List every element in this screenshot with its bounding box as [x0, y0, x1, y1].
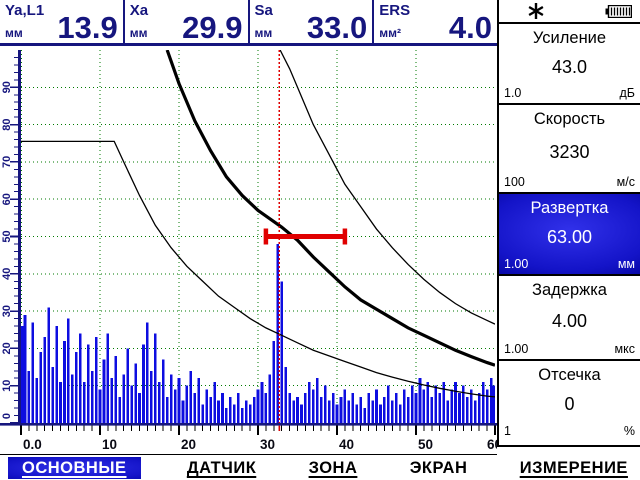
readout-label: Sa: [255, 2, 273, 19]
readout-label: Ya,L1: [5, 2, 44, 19]
readout-value: 29.9: [182, 11, 242, 45]
readout-label: Xa: [130, 2, 148, 19]
param-range[interactable]: Развертка 63.00 1.00 мм: [499, 194, 640, 276]
svg-text:30: 30: [260, 437, 275, 452]
svg-text:50: 50: [418, 437, 433, 452]
dac-main: [167, 50, 495, 365]
menu-tab-osnovnye[interactable]: ОСНОВНЫЕ: [8, 457, 141, 479]
ascan-plot-area: 0 10 20 30 40 50 60 70 80 90: [0, 50, 497, 423]
param-step: 1.00: [504, 342, 528, 356]
menu-tab-zona[interactable]: ЗОНА: [303, 457, 364, 479]
param-step: 1.0: [504, 86, 521, 100]
param-title: Отсечка: [504, 366, 635, 385]
param-step: 100: [504, 175, 525, 189]
dac-plus6db: [280, 50, 495, 324]
readout-sa: Sa мм 33.0: [250, 0, 375, 43]
param-unit: дБ: [620, 86, 636, 100]
readout-ya-l1: Ya,L1 мм 13.9: [0, 0, 125, 43]
svg-text:60: 60: [1, 193, 13, 205]
measurement-bar: Ya,L1 мм 13.9 Xa мм 29.9 Sa мм 33.0 ERS …: [0, 0, 497, 46]
readout-xa: Xa мм 29.9: [125, 0, 250, 43]
param-reject[interactable]: Отсечка 0 1 %: [499, 361, 640, 441]
svg-text:90: 90: [1, 81, 13, 93]
param-step: 1.00: [504, 257, 528, 271]
param-gain[interactable]: Усиление 43.0 1.0 дБ: [499, 24, 640, 105]
param-unit: м/с: [617, 175, 635, 189]
parameter-sidebar: Усиление 43.0 1.0 дБ Скорость 3230 100 м…: [497, 0, 640, 447]
svg-text:0.0: 0.0: [23, 437, 42, 452]
readout-unit: мм: [130, 26, 148, 40]
readout-value: 33.0: [307, 11, 367, 45]
readout-value: 13.9: [57, 11, 117, 45]
param-title: Задержка: [504, 281, 635, 300]
readout-label: ERS: [379, 2, 410, 19]
main-menu: ОСНОВНЫЕ ДАТЧИК ЗОНА ЭКРАН ИЗМЕРЕНИЕ: [0, 456, 640, 480]
param-value: 0: [504, 394, 635, 415]
param-delay[interactable]: Задержка 4.00 1.00 мкс: [499, 276, 640, 361]
svg-text:10: 10: [102, 437, 117, 452]
param-value: 43.0: [504, 57, 635, 78]
param-title: Усиление: [504, 29, 635, 48]
param-title: Скорость: [504, 110, 635, 129]
svg-text:40: 40: [1, 268, 13, 280]
param-unit: мм: [618, 257, 635, 271]
menu-tab-ekran[interactable]: ЭКРАН: [404, 457, 474, 479]
svg-text:20: 20: [1, 342, 13, 354]
readout-ers: ERS мм² 4.0: [374, 0, 497, 43]
x-axis: 0.0 10 20 30 40 50 60: [0, 423, 497, 455]
menu-tab-izmerenie[interactable]: ИЗМЕРЕНИЕ: [514, 457, 634, 479]
svg-text:0: 0: [1, 413, 13, 419]
param-value: 4.00: [504, 311, 635, 332]
menu-tab-datchik[interactable]: ДАТЧИК: [181, 457, 262, 479]
svg-text:20: 20: [181, 437, 196, 452]
svg-text:60: 60: [487, 437, 497, 452]
gate[interactable]: [266, 229, 345, 245]
asterisk-status-icon: [527, 2, 545, 20]
readout-unit: мм: [5, 26, 23, 40]
param-value: 3230: [504, 142, 635, 163]
param-title: Развертка: [504, 199, 635, 218]
flaw-detector-screen: Ya,L1 мм 13.9 Xa мм 29.9 Sa мм 33.0 ERS …: [0, 0, 640, 480]
readout-value: 4.0: [449, 11, 492, 45]
svg-text:40: 40: [339, 437, 354, 452]
svg-text:70: 70: [1, 156, 13, 168]
svg-text:10: 10: [1, 380, 13, 392]
param-unit: %: [624, 424, 635, 438]
svg-text:50: 50: [1, 230, 13, 242]
svg-text:80: 80: [1, 118, 13, 130]
param-value: 63.00: [504, 227, 635, 248]
readout-unit: мм²: [379, 26, 401, 40]
y-axis: 0 10 20 30 40 50 60 70 80 90: [0, 50, 21, 423]
svg-text:30: 30: [1, 305, 13, 317]
battery-icon: [605, 5, 632, 18]
param-unit: мкс: [615, 342, 635, 356]
status-bar: [499, 0, 640, 24]
readout-unit: мм: [255, 26, 273, 40]
param-step: 1: [504, 424, 511, 438]
param-velocity[interactable]: Скорость 3230 100 м/с: [499, 105, 640, 194]
ascan-waveform: [21, 50, 495, 423]
